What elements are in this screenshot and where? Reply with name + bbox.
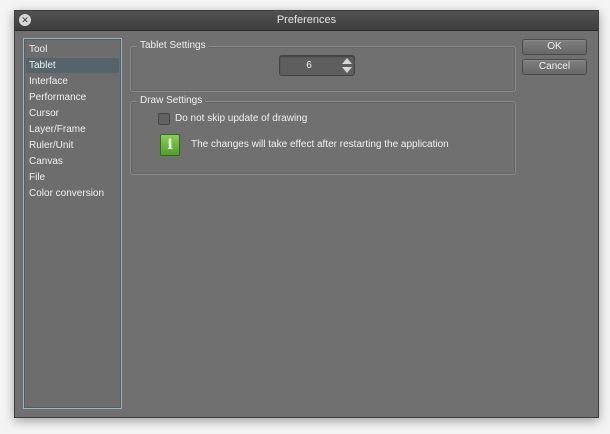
sidebar-item-file[interactable]: File	[26, 170, 119, 185]
sidebar-item-performance[interactable]: Performance	[26, 90, 119, 105]
tablet-settings-title: Tablet Settings	[137, 39, 209, 53]
chevron-up-icon[interactable]	[342, 58, 352, 64]
sidebar-item-interface[interactable]: Interface	[26, 74, 119, 89]
title-bar[interactable]: ✕ Preferences	[15, 11, 598, 31]
chevron-down-icon[interactable]	[342, 67, 352, 73]
sidebar-item-canvas[interactable]: Canvas	[26, 154, 119, 169]
sidebar-item-color-conversion[interactable]: Color conversion	[26, 186, 119, 201]
sidebar-item-tool[interactable]: Tool	[26, 42, 119, 57]
draw-settings-group: Draw Settings Do not skip update of draw…	[130, 94, 516, 175]
category-list[interactable]: Tool Tablet Interface Performance Cursor…	[23, 38, 122, 409]
restart-notice-text: The changes will take effect after resta…	[191, 139, 449, 150]
ok-button[interactable]: OK	[522, 39, 587, 55]
preferences-window: ✕ Preferences Tool Tablet Interface Perf…	[14, 10, 599, 418]
skip-update-checkbox[interactable]	[158, 113, 170, 125]
tablet-settings-group: Tablet Settings 6	[130, 39, 516, 92]
sidebar-item-ruler-unit[interactable]: Ruler/Unit	[26, 138, 119, 153]
spinbox-value[interactable]: 6	[280, 56, 338, 75]
tablet-value-spinbox[interactable]: 6	[279, 55, 355, 76]
draw-settings-title: Draw Settings	[137, 94, 206, 108]
spinbox-arrows[interactable]	[342, 58, 352, 73]
sidebar-item-tablet[interactable]: Tablet	[26, 58, 119, 73]
cancel-button[interactable]: Cancel	[522, 59, 587, 75]
window-title: Preferences	[276, 14, 337, 26]
sidebar-item-layer-frame[interactable]: Layer/Frame	[26, 122, 119, 137]
sidebar-item-cursor[interactable]: Cursor	[26, 106, 119, 121]
info-icon: i	[160, 134, 180, 156]
skip-update-label[interactable]: Do not skip update of drawing	[175, 112, 307, 125]
